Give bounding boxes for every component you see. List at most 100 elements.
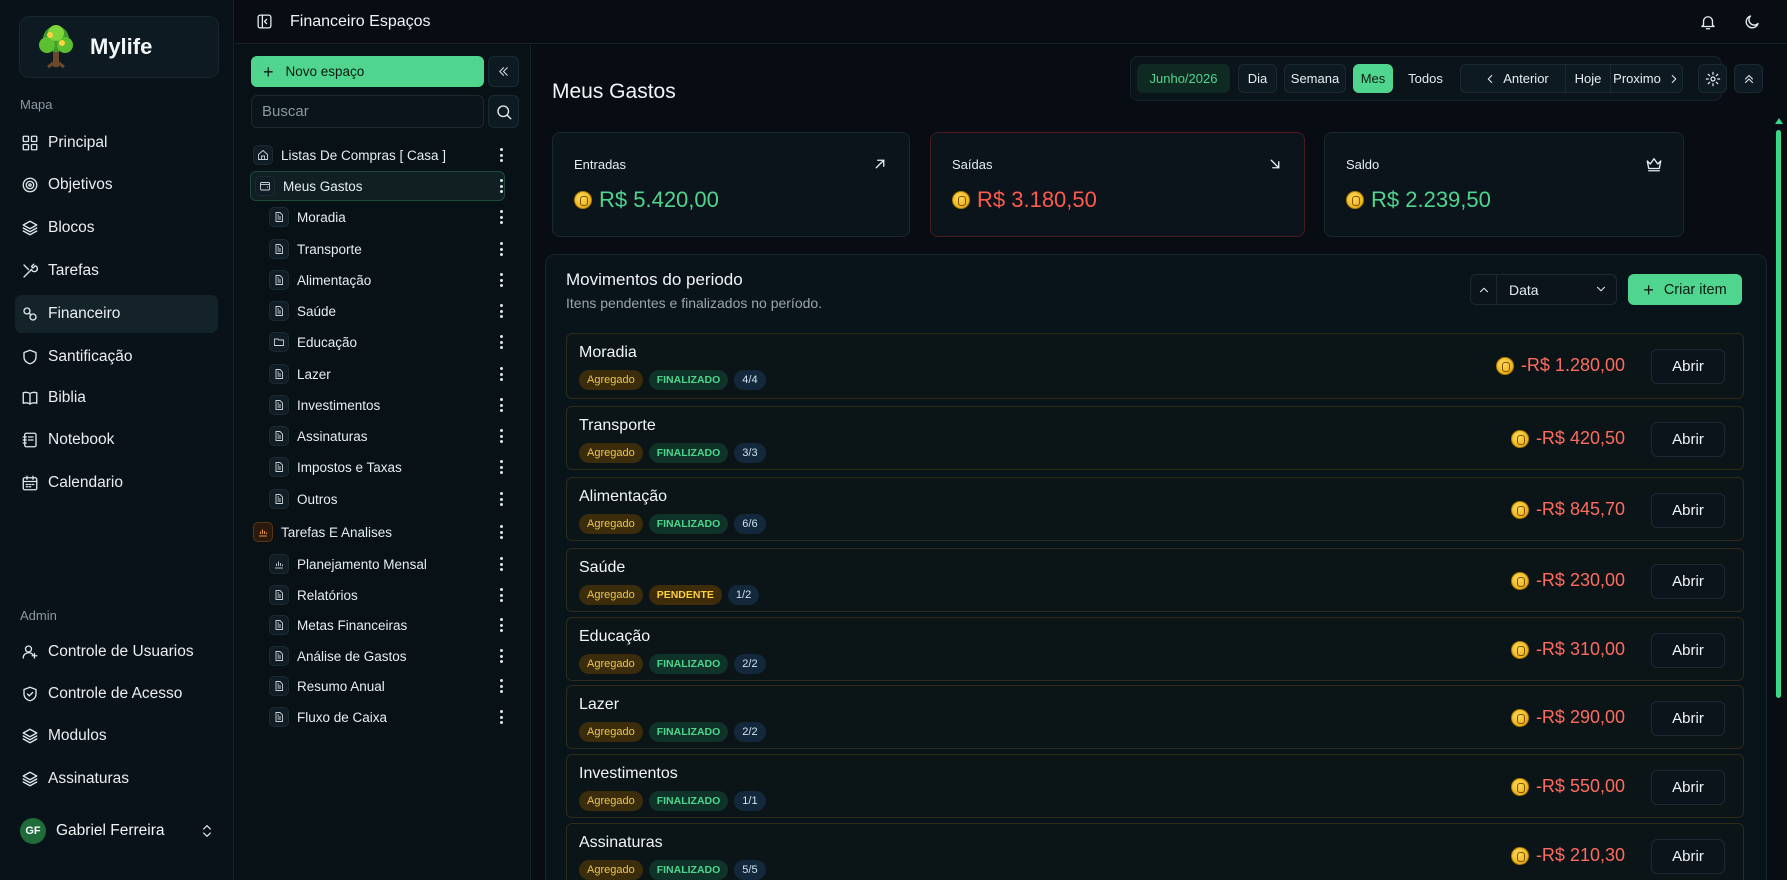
tree-item[interactable]: Investimentos bbox=[269, 391, 380, 419]
open-button[interactable]: Abrir bbox=[1651, 633, 1725, 668]
open-button[interactable]: Abrir bbox=[1651, 839, 1725, 874]
sidebar-item-biblia[interactable]: Biblia bbox=[15, 379, 218, 417]
today-button[interactable]: Hoje bbox=[1565, 64, 1611, 93]
more-options-icon[interactable] bbox=[495, 457, 507, 477]
tree-item[interactable]: Alimentação bbox=[269, 266, 371, 294]
period-selector[interactable]: Junho/2026 bbox=[1137, 64, 1230, 93]
more-options-icon[interactable] bbox=[495, 270, 507, 290]
tree-item[interactable]: Moradia bbox=[269, 203, 346, 231]
more-options-icon[interactable] bbox=[495, 676, 507, 696]
doc-icon bbox=[269, 270, 289, 290]
tree-item[interactable]: Lazer bbox=[269, 360, 331, 388]
chevron-up-icon bbox=[1477, 283, 1491, 297]
open-button[interactable]: Abrir bbox=[1651, 701, 1725, 736]
more-options-icon[interactable] bbox=[495, 489, 507, 509]
amount-value: -R$ 230,00 bbox=[1535, 570, 1625, 590]
tree-item[interactable]: Educação bbox=[269, 328, 357, 356]
sidebar-item-notebook[interactable]: Notebook bbox=[15, 421, 218, 459]
more-options-icon[interactable] bbox=[495, 707, 507, 727]
more-options-icon[interactable] bbox=[495, 176, 507, 196]
tree-item[interactable]: Impostos e Taxas bbox=[269, 453, 402, 481]
tree-item[interactable]: Meus Gastos bbox=[250, 171, 505, 201]
sort-select[interactable]: Data bbox=[1509, 282, 1539, 298]
sort-direction-button[interactable] bbox=[1471, 275, 1497, 304]
collapse-panel-button[interactable] bbox=[488, 56, 519, 87]
plus-icon: + bbox=[263, 61, 274, 82]
open-button[interactable]: Abrir bbox=[1651, 564, 1725, 599]
sidebar-toggle-icon[interactable] bbox=[256, 13, 273, 30]
tree-item[interactable]: Relatórios bbox=[269, 581, 358, 609]
scroll-up-arrow[interactable] bbox=[1775, 118, 1783, 124]
tree-logo-icon bbox=[36, 23, 76, 71]
sidebar-item-assinaturas[interactable]: Assinaturas bbox=[15, 760, 218, 798]
new-space-button[interactable]: + Novo espaço bbox=[251, 56, 484, 87]
movement-row: Assinaturas Agregado FINALIZADO 5/5 -R$ 210,… bbox=[566, 823, 1744, 880]
tree-item-label: Listas De Compras [ Casa ] bbox=[281, 147, 447, 163]
more-options-icon[interactable] bbox=[495, 554, 507, 574]
sidebar-item-tarefas[interactable]: Tarefas bbox=[15, 252, 218, 290]
search-button[interactable] bbox=[488, 95, 519, 128]
moon-icon[interactable] bbox=[1743, 13, 1761, 31]
tree-item[interactable]: Listas De Compras [ Casa ] bbox=[253, 141, 446, 169]
sidebar-item-objetivos[interactable]: Objetivos bbox=[15, 166, 218, 204]
create-item-button[interactable]: + Criar item bbox=[1628, 274, 1742, 305]
more-options-icon[interactable] bbox=[495, 426, 507, 446]
more-options-icon[interactable] bbox=[495, 646, 507, 666]
search-input[interactable] bbox=[251, 95, 484, 128]
more-options-icon[interactable] bbox=[495, 239, 507, 259]
type-badge: Agregado bbox=[579, 860, 643, 880]
count-badge: 2/2 bbox=[734, 654, 766, 674]
tree-item[interactable]: Transporte bbox=[269, 235, 362, 263]
tree-item[interactable]: Planejamento Mensal bbox=[269, 550, 427, 578]
sidebar-item-modulos[interactable]: Modulos bbox=[15, 717, 218, 755]
more-options-icon[interactable] bbox=[495, 332, 507, 352]
sidebar-item-controle-acesso[interactable]: Controle de Acesso bbox=[15, 675, 218, 713]
bell-icon[interactable] bbox=[1699, 13, 1717, 31]
sidebar-item-principal[interactable]: Principal bbox=[15, 124, 218, 162]
more-options-icon[interactable] bbox=[495, 395, 507, 415]
count-badge: 4/4 bbox=[734, 370, 766, 390]
sidebar-item-calendario[interactable]: Calendario bbox=[15, 464, 218, 502]
prev-period-button[interactable]: Anterior bbox=[1470, 64, 1562, 93]
more-options-icon[interactable] bbox=[495, 522, 507, 542]
movements-subtitle: Itens pendentes e finalizados no período… bbox=[566, 295, 823, 311]
movement-name: Transporte bbox=[579, 417, 656, 434]
sidebar-item-label: Modulos bbox=[48, 727, 107, 744]
view-semana-button[interactable]: Semana bbox=[1284, 64, 1346, 93]
more-options-icon[interactable] bbox=[495, 615, 507, 635]
user-menu[interactable]: GF Gabriel Ferreira bbox=[20, 815, 215, 847]
card-value: R$ 2.239,50 bbox=[1371, 187, 1491, 212]
more-options-icon[interactable] bbox=[495, 207, 507, 227]
status-badge: FINALIZADO bbox=[648, 860, 729, 880]
tree-item[interactable]: Metas Financeiras bbox=[269, 611, 407, 639]
sidebar-item-label: Assinaturas bbox=[48, 770, 129, 787]
tree-item[interactable]: Assinaturas bbox=[269, 422, 368, 450]
tree-item[interactable]: Tarefas E Analises bbox=[253, 518, 392, 546]
open-button[interactable]: Abrir bbox=[1651, 349, 1725, 384]
view-dia-button[interactable]: Dia bbox=[1238, 64, 1277, 93]
doc-icon bbox=[269, 615, 289, 635]
tree-item[interactable]: Saúde bbox=[269, 297, 336, 325]
more-options-icon[interactable] bbox=[495, 145, 507, 165]
open-button[interactable]: Abrir bbox=[1651, 493, 1725, 528]
collapse-header-button[interactable] bbox=[1734, 64, 1763, 93]
next-period-button[interactable]: Proximo bbox=[1612, 64, 1682, 93]
more-options-icon[interactable] bbox=[495, 301, 507, 321]
view-mes-button[interactable]: Mes bbox=[1353, 64, 1393, 93]
sidebar-item-santificacao[interactable]: Santificação bbox=[15, 338, 218, 376]
sidebar-item-blocos[interactable]: Blocos bbox=[15, 209, 218, 247]
tree-item[interactable]: Outros bbox=[269, 485, 338, 513]
tree-item[interactable]: Análise de Gastos bbox=[269, 642, 407, 670]
view-todos-button[interactable]: Todos bbox=[1398, 64, 1453, 93]
brand[interactable]: Mylife bbox=[19, 16, 219, 78]
sidebar-item-controle-usuarios[interactable]: Controle de Usuarios bbox=[15, 633, 218, 671]
settings-button[interactable] bbox=[1698, 64, 1727, 93]
scrollbar[interactable] bbox=[1776, 130, 1781, 698]
sidebar-item-financeiro[interactable]: Financeiro bbox=[15, 295, 218, 333]
more-options-icon[interactable] bbox=[495, 364, 507, 384]
tree-item[interactable]: Resumo Anual bbox=[269, 672, 385, 700]
open-button[interactable]: Abrir bbox=[1651, 422, 1725, 457]
tree-item[interactable]: Fluxo de Caixa bbox=[269, 703, 387, 731]
open-button[interactable]: Abrir bbox=[1651, 770, 1725, 805]
more-options-icon[interactable] bbox=[495, 585, 507, 605]
